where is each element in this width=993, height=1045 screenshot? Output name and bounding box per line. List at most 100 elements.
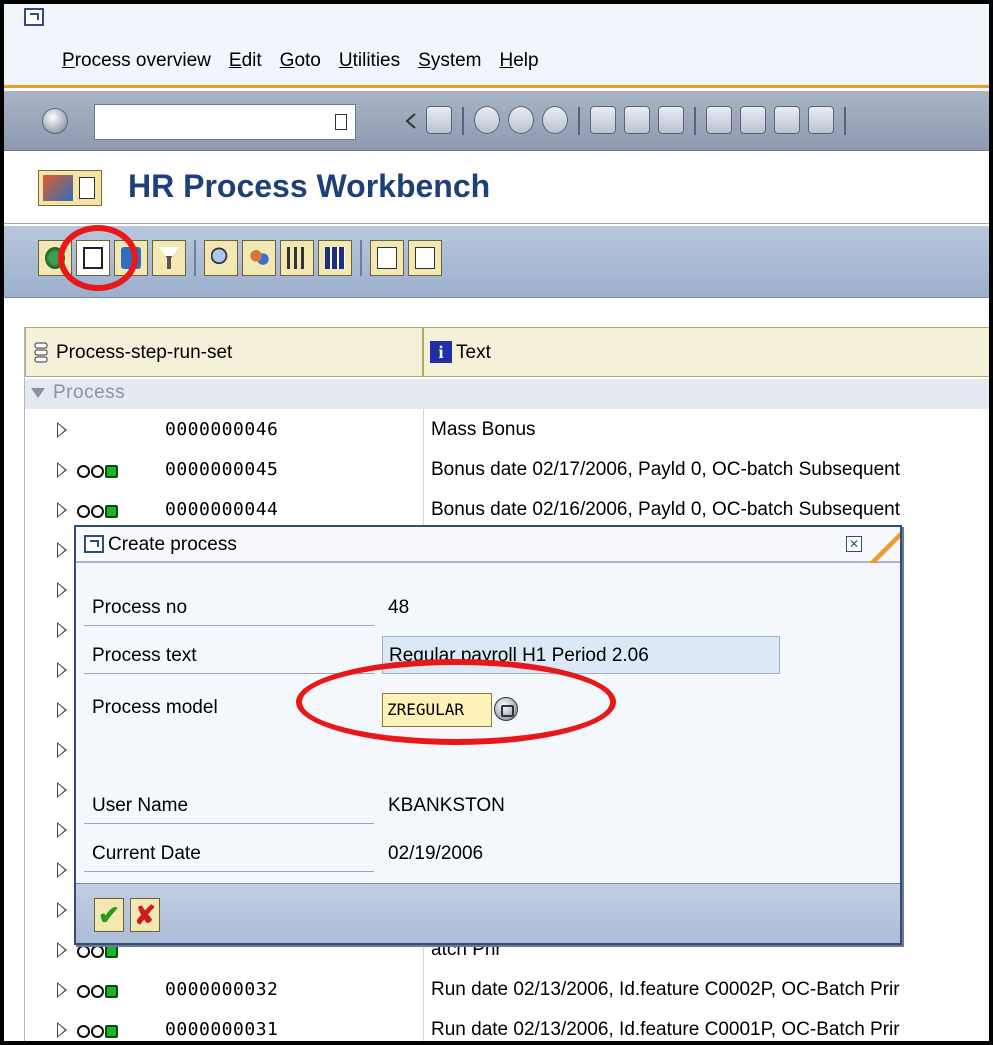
tree-row[interactable]: 0000000031 Run date 02/13/2006, Id.featur… <box>25 1011 989 1041</box>
expand-triangle-icon[interactable] <box>57 862 67 878</box>
expand-triangle-icon[interactable] <box>57 1022 67 1038</box>
filter-icon[interactable] <box>152 240 186 276</box>
menu: Process overview Edit Goto Utilities Sys… <box>62 50 557 72</box>
find-next-icon[interactable] <box>658 106 684 134</box>
menu-process-overview[interactable]: Process overview <box>62 50 211 72</box>
layout-columns-icon[interactable] <box>318 240 352 276</box>
process-number: 0000000032 <box>165 979 279 1000</box>
highlight-circle-model <box>296 659 616 745</box>
collapse-icon[interactable] <box>408 240 442 276</box>
dialog-swoosh <box>866 527 900 563</box>
menu-goto[interactable]: Goto <box>280 50 321 72</box>
process-text: Run date 02/13/2006, Id.feature C0002P, … <box>431 979 900 1000</box>
expand-icon[interactable] <box>370 240 404 276</box>
toolbar-separator <box>194 240 196 276</box>
process-text: Run date 02/13/2006, Id.feature C0001P, … <box>431 1019 900 1040</box>
expand-triangle-icon[interactable] <box>57 422 67 438</box>
search-icon[interactable] <box>204 240 238 276</box>
expand-triangle-icon[interactable] <box>57 542 67 558</box>
dialog-title: Create process <box>108 534 237 555</box>
workbench-menu-icon[interactable] <box>38 170 102 206</box>
users-icon[interactable] <box>242 240 276 276</box>
expand-triangle-icon[interactable] <box>57 942 67 958</box>
close-icon[interactable]: ✕ <box>846 536 862 552</box>
expand-triangle-icon[interactable] <box>57 462 67 478</box>
toolbar-separator <box>694 107 696 135</box>
menu-edit[interactable]: Edit <box>229 50 262 72</box>
print-icon[interactable] <box>590 106 616 134</box>
tree-row[interactable]: 0000000046 Mass Bonus <box>25 411 989 451</box>
hierarchy-icon[interactable] <box>280 240 314 276</box>
cancel-x-icon[interactable]: ✘ <box>130 898 160 932</box>
expand-triangle-icon[interactable] <box>57 622 67 638</box>
cancel-icon[interactable] <box>542 106 568 134</box>
expand-triangle-icon[interactable] <box>57 662 67 678</box>
process-number: 0000000031 <box>165 1019 279 1040</box>
back-arrow-icon[interactable] <box>404 112 418 130</box>
menu-bar: Process overview Edit Goto Utilities Sys… <box>4 4 989 88</box>
status-lights-icon <box>77 505 119 519</box>
ok-check-icon[interactable]: ✔ <box>94 898 124 932</box>
save-icon[interactable] <box>426 106 452 134</box>
process-text-label: Process text <box>92 645 197 666</box>
dialog-footer: ✔ ✘ <box>76 883 900 943</box>
tree-row[interactable]: 0000000032 Run date 02/13/2006, Id.featur… <box>25 971 989 1011</box>
process-number: 0000000046 <box>165 419 279 440</box>
status-lights-icon <box>77 465 119 479</box>
command-field[interactable] <box>94 104 356 140</box>
column-header-step[interactable]: Process-step-run-set <box>26 328 424 376</box>
field-underline <box>84 625 374 626</box>
dialog-menu-icon[interactable] <box>84 535 104 553</box>
highlight-circle-create <box>58 225 138 291</box>
standard-toolbar <box>4 91 989 151</box>
window-menu-icon[interactable] <box>24 8 44 26</box>
process-text: Bonus date 02/17/2006, Payld 0, OC-batch… <box>431 459 900 480</box>
expand-triangle-icon[interactable] <box>57 502 67 518</box>
process-no-label: Process no <box>92 597 188 618</box>
current-date-label: Current Date <box>92 843 201 864</box>
column-header-text[interactable]: Text <box>426 328 491 376</box>
toolbar-separator <box>844 107 846 135</box>
expand-triangle-icon[interactable] <box>57 702 67 718</box>
status-lights-icon <box>77 1025 119 1039</box>
exit-icon[interactable] <box>508 106 534 134</box>
find-icon[interactable] <box>624 106 650 134</box>
command-history-icon[interactable] <box>335 114 347 130</box>
field-underline <box>84 673 374 674</box>
process-no-value: 48 <box>388 597 410 618</box>
tree-group-process[interactable]: Process <box>25 379 989 409</box>
last-page-icon[interactable] <box>808 106 834 134</box>
previous-page-icon[interactable] <box>740 106 766 134</box>
user-name-value: KBANKSTON <box>388 795 505 816</box>
application-toolbar <box>4 226 989 298</box>
expand-triangle-icon[interactable] <box>57 782 67 798</box>
expand-triangle-icon[interactable] <box>57 742 67 758</box>
menu-help[interactable]: Help <box>500 50 539 72</box>
next-page-icon[interactable] <box>774 106 800 134</box>
tree-header: Process-step-run-set i Text <box>25 327 989 377</box>
group-label: Process <box>53 382 126 403</box>
collapse-triangle-icon[interactable] <box>31 388 45 398</box>
menu-system[interactable]: System <box>418 50 481 72</box>
sap-window: Process overview Edit Goto Utilities Sys… <box>0 0 993 1045</box>
tree-row[interactable]: 0000000045 Bonus date 02/17/2006, Payld 0… <box>25 451 989 491</box>
user-name-label: User Name <box>92 795 189 816</box>
menu-utilities[interactable]: Utilities <box>339 50 400 72</box>
toolbar-separator <box>462 107 464 135</box>
page-title: HR Process Workbench <box>128 168 491 204</box>
title-bar: HR Process Workbench <box>4 152 989 224</box>
expand-triangle-icon[interactable] <box>57 582 67 598</box>
back-icon[interactable] <box>474 106 500 134</box>
toolbar-separator <box>360 240 362 276</box>
field-underline <box>84 871 374 872</box>
first-page-icon[interactable] <box>706 106 732 134</box>
process-text: Mass Bonus <box>431 419 536 440</box>
status-lights-icon <box>77 985 119 999</box>
expand-triangle-icon[interactable] <box>57 822 67 838</box>
current-date-value: 02/19/2006 <box>388 843 484 864</box>
enter-icon[interactable] <box>42 108 68 134</box>
process-text: Bonus date 02/16/2006, Payld 0, OC-batch… <box>431 499 900 520</box>
toolbar-separator <box>578 107 580 135</box>
expand-triangle-icon[interactable] <box>57 982 67 998</box>
expand-triangle-icon[interactable] <box>57 902 67 918</box>
